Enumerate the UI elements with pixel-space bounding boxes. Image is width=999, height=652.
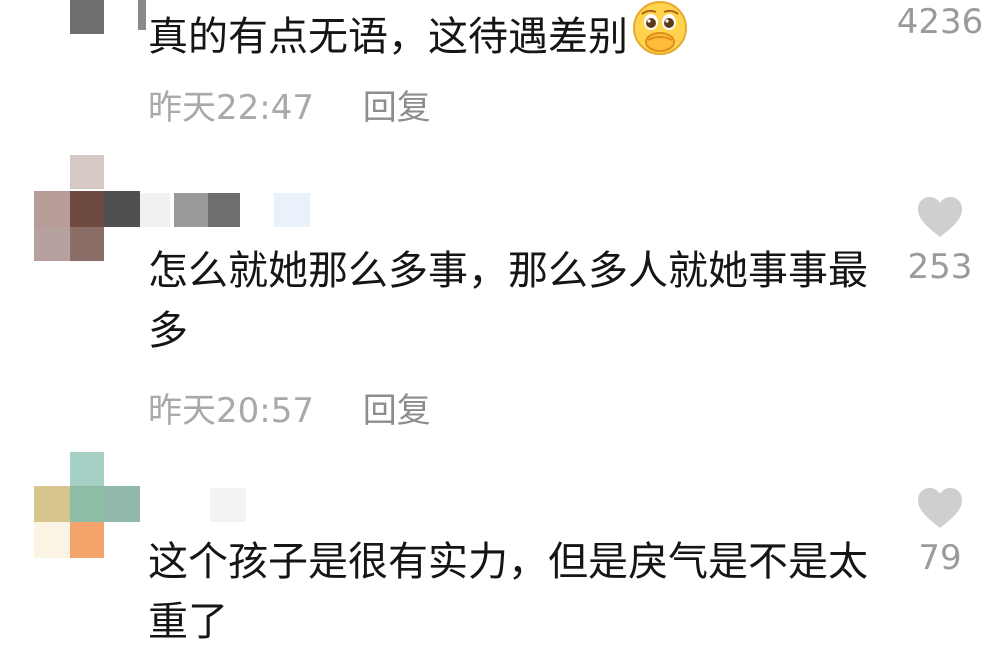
comment-time: 昨天20:57 [148, 391, 314, 431]
comment-meta: 昨天22:47 回复 [148, 80, 431, 129]
heart-icon [918, 488, 962, 528]
avatar[interactable] [34, 155, 140, 261]
username-blurred[interactable] [210, 488, 246, 522]
pleading-face-emoji-icon [632, 0, 688, 73]
comment-text: 真的有点无语，这待遇差别 [148, 0, 868, 73]
comment-text: 这个孩子是很有实力，但是戾气是不是太重了 [148, 539, 868, 645]
like-control[interactable]: 4236 [895, 2, 985, 42]
reply-button[interactable]: 回复 [363, 80, 431, 129]
comment-item: 这个孩子是很有实力，但是戾气是不是太重了 79 [0, 452, 999, 649]
comment-meta: 昨天20:57 回复 [148, 383, 431, 432]
avatar[interactable] [34, 452, 140, 558]
reply-button[interactable]: 回复 [363, 383, 431, 432]
like-control[interactable]: 253 [895, 195, 985, 287]
like-control[interactable]: 79 [895, 486, 985, 578]
username-blurred[interactable] [140, 193, 320, 227]
like-count: 253 [907, 247, 973, 287]
comment-item: 真的有点无语，这待遇差别 昨天22:47 回复 4236 [0, 0, 999, 140]
heart-icon [918, 197, 962, 237]
comment-time: 昨天22:47 [148, 88, 314, 128]
like-count: 4236 [896, 2, 984, 42]
comment-item: 怎么就她那么多事，那么多人就她事事最多 昨天20:57 回复 253 [0, 155, 999, 445]
like-count: 79 [918, 538, 962, 578]
username-blurred[interactable] [138, 0, 146, 30]
comment-text: 怎么就她那么多事，那么多人就她事事最多 [148, 248, 868, 354]
avatar[interactable] [35, 0, 135, 35]
